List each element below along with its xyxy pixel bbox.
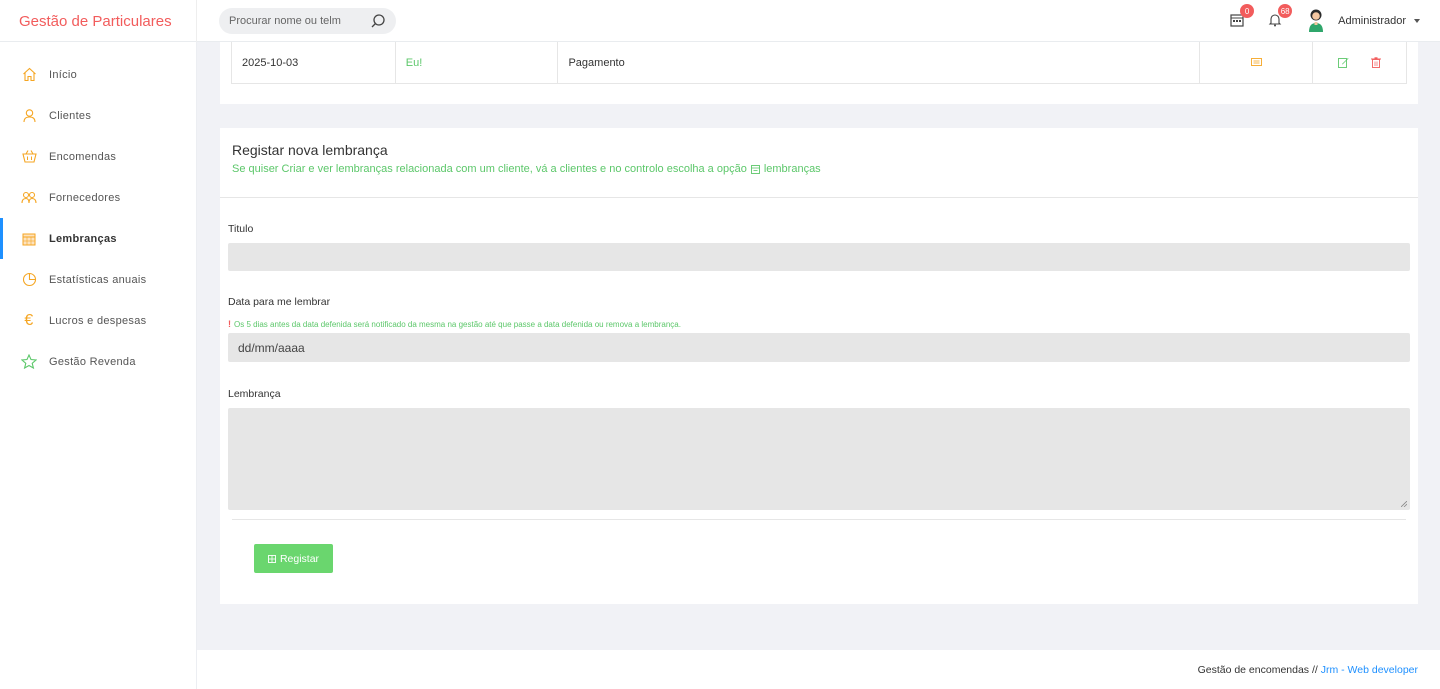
register-button[interactable]: Registar <box>254 544 333 573</box>
sidebar-item-label: Estatísticas anuais <box>49 273 147 286</box>
register-button-label: Registar <box>279 552 320 565</box>
table-row: 2025-10-03 Eu! Pagamento <box>231 42 1407 84</box>
pie-chart-icon <box>21 272 37 288</box>
calendar-icon <box>21 231 37 247</box>
card-header: Registar nova lembrança Se quiser Criar … <box>220 128 1418 198</box>
date-label: Data para me lembrar <box>228 296 331 308</box>
user-name[interactable]: Administrador <box>1338 15 1406 27</box>
sidebar: Início Clientes Encomendas Fornecedores … <box>0 42 197 689</box>
sidebar-item-lucros[interactable]: € Lucros e despesas <box>0 300 196 341</box>
sidebar-item-fornecedores[interactable]: Fornecedores <box>0 177 196 218</box>
home-icon <box>21 67 37 83</box>
row-date: 2025-10-03 <box>232 42 396 83</box>
sidebar-item-revenda[interactable]: Gestão Revenda <box>0 341 196 382</box>
footer-link[interactable]: Jrm - Web developer <box>1321 664 1418 676</box>
search-box[interactable] <box>219 8 396 34</box>
brand-title[interactable]: Gestão de Particulares <box>0 0 197 42</box>
sidebar-item-label: Encomendas <box>49 150 117 163</box>
date-field[interactable]: dd/mm/aaaa <box>228 333 1410 362</box>
avatar[interactable] <box>1306 8 1326 34</box>
sidebar-item-label: Clientes <box>49 109 92 122</box>
register-reminder-card: Registar nova lembrança Se quiser Criar … <box>220 128 1418 604</box>
sidebar-item-inicio[interactable]: Início <box>0 54 196 95</box>
reminders-table-card: 2025-10-03 Eu! Pagamento <box>220 42 1418 104</box>
card-subtitle-link: lembranças <box>763 163 821 175</box>
user-icon <box>21 108 37 124</box>
save-icon <box>267 554 276 563</box>
date-hint-text: Os 5 dias antes da data defenida será no… <box>234 319 681 329</box>
exclamation-icon: ! <box>228 319 231 329</box>
sidebar-item-label: Início <box>49 68 78 81</box>
trash-icon[interactable] <box>1371 57 1382 68</box>
sidebar-item-label: Lucros e despesas <box>49 314 147 327</box>
users-icon <box>21 190 37 206</box>
resize-handle-icon[interactable] <box>1401 501 1407 507</box>
sidebar-item-label: Gestão Revenda <box>49 355 136 368</box>
sidebar-item-encomendas[interactable]: Encomendas <box>0 136 196 177</box>
search-icon[interactable] <box>370 13 386 29</box>
form-divider <box>232 519 1406 520</box>
footer-text: Gestão de encomendas // <box>1197 663 1321 676</box>
edit-icon[interactable] <box>1338 57 1349 68</box>
note-textarea[interactable] <box>228 408 1410 510</box>
sidebar-item-lembrancas[interactable]: Lembranças <box>0 218 196 259</box>
calendar-badge: 0 <box>1240 4 1255 18</box>
row-actions <box>1313 42 1406 83</box>
comment-icon[interactable] <box>1250 57 1262 68</box>
sidebar-item-label: Fornecedores <box>49 191 121 204</box>
sidebar-item-estatisticas[interactable]: Estatísticas anuais <box>0 259 196 300</box>
sidebar-item-label: Lembranças <box>49 232 117 245</box>
card-subtitle: Se quiser Criar e ver lembranças relacio… <box>232 163 821 175</box>
chevron-down-icon[interactable] <box>1414 19 1420 23</box>
date-hint: ! Os 5 dias antes da data defenida será … <box>228 319 681 329</box>
search-input[interactable] <box>229 15 364 27</box>
title-label: Titulo <box>228 223 254 235</box>
card-title: Registar nova lembrança <box>232 142 388 158</box>
bell-notifications-button[interactable]: 68 <box>1268 4 1293 29</box>
row-type: Pagamento <box>558 42 1201 83</box>
row-who: Eu! <box>396 42 559 83</box>
euro-icon: € <box>24 311 34 329</box>
note-label: Lembrança <box>228 388 281 400</box>
date-placeholder: dd/mm/aaaa <box>238 340 305 355</box>
bell-badge: 68 <box>1278 4 1293 18</box>
title-field[interactable] <box>228 243 1410 271</box>
top-bar: Gestão de Particulares 0 68 Administrado… <box>0 0 1440 42</box>
basket-icon <box>21 149 37 165</box>
sidebar-item-clientes[interactable]: Clientes <box>0 95 196 136</box>
card-subtitle-text: Se quiser Criar e ver lembranças relacio… <box>232 163 747 175</box>
row-note <box>1200 42 1314 83</box>
calendar-notifications-button[interactable]: 0 <box>1230 4 1255 29</box>
star-icon <box>21 354 37 370</box>
footer: Gestão de encomendas // Jrm - Web develo… <box>197 650 1440 689</box>
calendar-icon <box>750 164 760 174</box>
